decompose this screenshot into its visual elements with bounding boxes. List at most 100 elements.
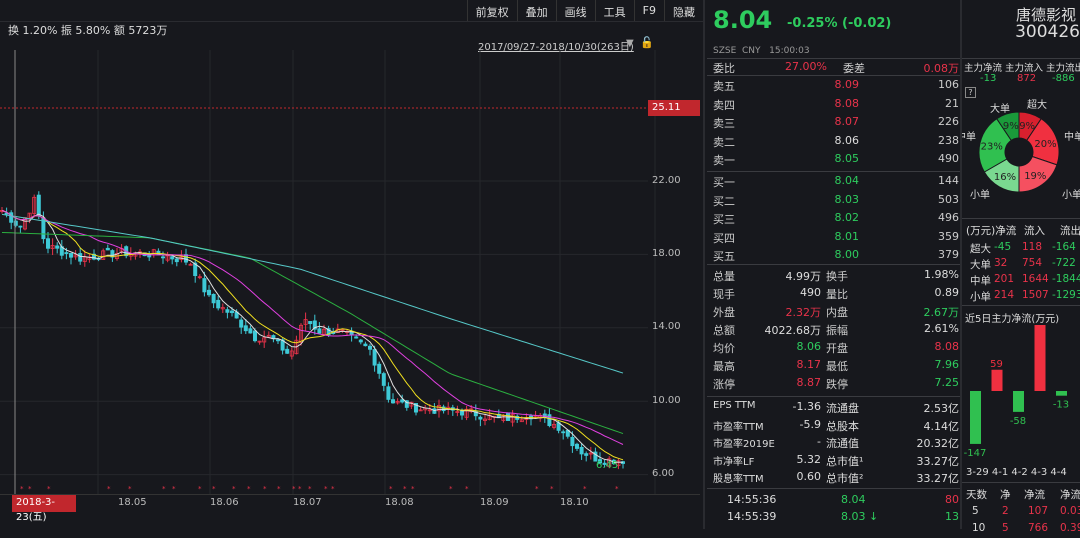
toolbar-hide-button[interactable]: 隐藏: [664, 0, 703, 21]
candle-body: [252, 330, 257, 342]
ma10-line: [1, 209, 624, 461]
candle-body: [308, 321, 313, 325]
candle-body: [317, 328, 322, 334]
toolbar-draw-button[interactable]: 画线: [555, 0, 595, 21]
stat-label: 外盘: [713, 306, 735, 319]
flow-table-row: 小单 214 1507 -1293: [962, 289, 1080, 305]
pie-category-label: 小单: [970, 189, 990, 201]
pie-slice-label: 9%: [1003, 121, 1019, 132]
stat-label: 最低: [826, 360, 848, 373]
candle-body: [381, 373, 386, 386]
range-dropdown-icon[interactable]: ▼: [626, 38, 634, 49]
stat-label: 换手: [826, 270, 848, 283]
candle-body: [36, 194, 41, 217]
stat-label: 内盘: [826, 306, 848, 319]
quote-panel: 8.04 -0.25% (-0.02) SZSE CNY 15:00:03 委比…: [707, 0, 962, 529]
candle-body: [170, 256, 175, 260]
stat-value: 2.32万: [785, 306, 822, 319]
bid-price: 8.01: [834, 229, 860, 243]
event-marker: *: [411, 485, 415, 493]
inflow: 754: [1022, 257, 1043, 269]
event-marker: *: [449, 485, 453, 493]
bid-row: 买二 8.03 503: [713, 193, 959, 211]
stat-label: 开盘: [826, 342, 848, 355]
event-marker: *: [331, 485, 335, 493]
flow-net: -13: [980, 73, 997, 84]
tick-price: 8.04: [841, 493, 866, 506]
toolbar-f9-button[interactable]: F9: [633, 0, 664, 21]
candle-body: [160, 256, 165, 259]
price-tick: 6.00: [652, 468, 675, 479]
ma60-line: [1, 231, 624, 435]
ask-volume: 106: [938, 78, 959, 91]
pie-category-label: 中单: [962, 130, 976, 143]
stat-row: 总额 4022.68万 振幅 2.61%: [713, 322, 959, 340]
bid-row: 买四 8.01 359: [713, 230, 959, 248]
event-marker: *: [615, 485, 619, 493]
fundamental-row: 市盈率TTM -5.9 总股本 4.14亿: [713, 418, 959, 436]
tick-row: 14:55:39 8.03 ↓ 13: [713, 510, 959, 528]
fund-value: 5.32: [796, 452, 822, 466]
flow-pie-chart: 9%20%19%16%23%9%超大中单小单小单中单大单: [962, 98, 1080, 201]
net: 2: [1002, 505, 1009, 517]
candle-body: [225, 309, 230, 313]
label: 委比: [713, 62, 735, 75]
level-label: 买五: [713, 250, 735, 263]
stat-value: 1.98%: [924, 268, 959, 281]
bid-volume: 144: [938, 174, 959, 187]
candle-body: [354, 336, 359, 339]
candle-body: [386, 386, 391, 400]
stat-value: 4.99万: [785, 270, 822, 283]
toolbar-adjust-button[interactable]: 前复权: [466, 0, 517, 21]
fund-value: 2.53亿: [923, 402, 960, 415]
event-marker: *: [277, 485, 281, 493]
quote-time: 15:00:03: [769, 46, 810, 56]
ask-price: 8.05: [834, 152, 860, 165]
candle-body: [229, 310, 234, 314]
ask-volume: 21: [945, 96, 959, 110]
header: (万元)净流: [966, 225, 1017, 237]
event-marker: *: [198, 485, 202, 493]
ask-row: 卖四 8.08 21: [713, 97, 959, 115]
level-label: 买四: [713, 231, 735, 245]
lock-icon[interactable]: 🔓: [640, 36, 654, 49]
fund-label: 总股本: [826, 419, 859, 433]
value: 0.08万: [923, 62, 960, 75]
stat-label: 总额: [713, 324, 735, 337]
candle-body: [377, 363, 382, 374]
event-marker: *: [247, 485, 251, 493]
inflow: 1644: [1022, 273, 1049, 285]
candle-body: [78, 253, 83, 262]
bid-volume: 359: [938, 229, 959, 243]
fund-label: 流通值: [826, 437, 859, 450]
fund-label: 市盈率2019E: [713, 439, 775, 450]
candle-body: [575, 443, 580, 449]
label: 委差: [843, 62, 865, 75]
bid-price: 8.03: [834, 192, 860, 206]
five-day-bar-label: 59: [990, 359, 1003, 370]
candle-body: [367, 345, 372, 350]
event-marker: *: [28, 485, 32, 493]
candle-body: [206, 289, 211, 296]
event-marker: *: [212, 485, 216, 493]
stat-value: 4022.68万: [764, 324, 822, 337]
flow-in: 872: [1017, 73, 1037, 84]
stat-value: 7.25: [934, 376, 960, 389]
tick-time: 14:55:36: [727, 493, 777, 506]
toolbar-tools-button[interactable]: 工具: [594, 0, 634, 21]
event-marker: *: [324, 485, 328, 493]
bid-volume: 379: [938, 248, 959, 261]
event-marker: *: [298, 485, 302, 493]
flow-table-row: 大单 32 754 -722: [962, 257, 1080, 273]
ask-price: 8.07: [834, 115, 860, 128]
cursor-date: 2018-3-23(五): [12, 495, 76, 523]
candle-body: [248, 328, 253, 334]
stat-value: 8.06: [796, 340, 822, 353]
toolbar-overlay-button[interactable]: 叠加: [516, 0, 556, 21]
event-marker: *: [550, 485, 554, 493]
candlestick-chart[interactable]: * * * * * * * * * * * * * * * * * * * * * * * * * * *: [0, 50, 700, 494]
stat-row: 均价 8.06 开盘 8.08: [713, 340, 959, 358]
pie-category-label: 小单: [1062, 189, 1080, 201]
candle-body: [69, 253, 74, 258]
event-marker: *: [232, 485, 236, 493]
